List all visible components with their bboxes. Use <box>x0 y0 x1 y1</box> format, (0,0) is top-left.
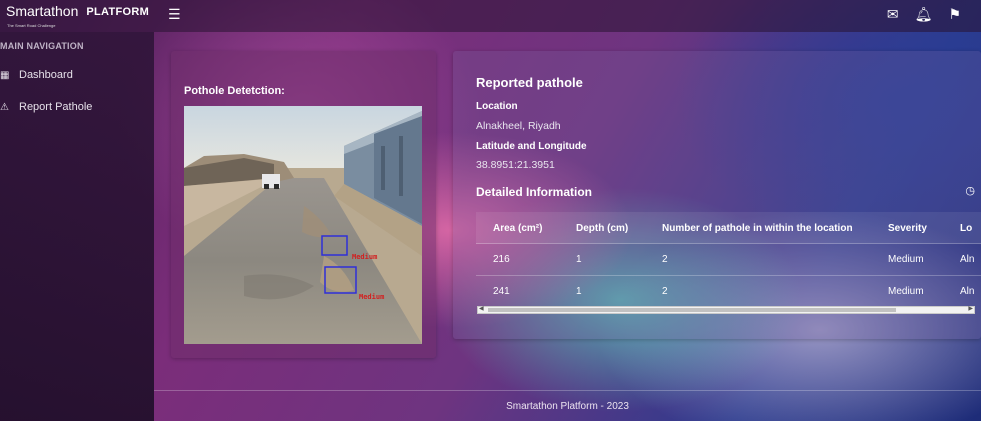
bell-icon[interactable]: 🔔︎ <box>915 6 933 23</box>
table-row[interactable]: 241 1 2 Medium Aln <box>476 275 981 307</box>
nav-title: MAIN NAVIGATION <box>0 41 84 51</box>
grid-icon: ▦ <box>0 69 10 81</box>
table-header: Area (cm²) Depth (cm) Number of pathole … <box>476 212 981 244</box>
mail-icon[interactable]: ✉ <box>887 6 899 23</box>
table-cell: Medium <box>888 286 924 297</box>
table-row[interactable]: 216 1 2 Medium Aln <box>476 243 981 275</box>
sidebar-item-report-pathole[interactable]: ⚠ Report Pathole <box>0 101 92 113</box>
column-header[interactable]: Depth (cm) <box>576 223 628 234</box>
horizontal-scrollbar[interactable]: ◀ ▶ <box>477 306 975 314</box>
sidebar: MAIN NAVIGATION ▦ Dashboard ⚠ Report Pat… <box>0 32 154 421</box>
warning-icon: ⚠ <box>0 101 9 113</box>
table-cell: 1 <box>576 254 582 265</box>
clock-icon[interactable]: ◷ <box>965 184 975 197</box>
table-cell: Medium <box>888 254 924 265</box>
detail-title: Detailed Information <box>476 185 593 199</box>
table-cell: 241 <box>493 286 510 297</box>
column-header[interactable]: Area (cm²) <box>493 223 542 234</box>
scroll-left-icon[interactable]: ◀ <box>479 305 484 312</box>
column-header[interactable]: Number of pathole in within the location <box>662 223 853 234</box>
report-title: Reported pathole <box>476 75 583 90</box>
report-card: Reported pathole Location Alnakheel, Riy… <box>453 51 981 339</box>
road-scene: Medium Medium <box>184 106 422 344</box>
table-cell: 216 <box>493 254 510 265</box>
brand[interactable]: Smartathon The Smart Road Challenge PLAT… <box>6 3 150 28</box>
location-label: Location <box>476 101 518 112</box>
top-icons: ✉ 🔔︎ ⚑ <box>887 6 961 23</box>
footer: Smartathon Platform - 2023 <box>154 390 981 421</box>
detection-box-label: Medium <box>352 253 377 261</box>
table-cell: 2 <box>662 286 668 297</box>
table-cell: Aln <box>960 286 975 297</box>
table-cell: 1 <box>576 286 582 297</box>
brand-platform-label: PLATFORM <box>86 6 150 18</box>
detection-card: Pothole Detetction: Medium Medium <box>171 51 436 358</box>
column-header[interactable]: Severity <box>888 223 927 234</box>
detection-box-label: Medium <box>359 293 384 301</box>
hamburger-icon[interactable]: ☰ <box>168 6 181 23</box>
latlng-value: 38.8951:21.3951 <box>476 159 555 171</box>
latlng-label: Latitude and Longitude <box>476 141 587 152</box>
scroll-thumb[interactable] <box>488 308 896 312</box>
pothole-photo: Medium Medium <box>184 106 422 344</box>
footer-text: Smartathon Platform - 2023 <box>506 401 629 412</box>
table-cell: Aln <box>960 254 975 265</box>
sidebar-item-label: Dashboard <box>19 69 73 81</box>
detection-title: Pothole Detetction: <box>184 85 285 97</box>
brand-tagline: The Smart Road Challenge <box>7 23 56 28</box>
brand-logo: Smartathon The Smart Road Challenge <box>6 3 79 28</box>
location-value: Alnakheel, Riyadh <box>476 120 561 132</box>
top-bar: Smartathon The Smart Road Challenge PLAT… <box>0 0 981 32</box>
sidebar-item-dashboard[interactable]: ▦ Dashboard <box>0 69 73 81</box>
detail-table: Area (cm²) Depth (cm) Number of pathole … <box>476 212 981 316</box>
table-cell: 2 <box>662 254 668 265</box>
column-header[interactable]: Lo <box>960 223 972 234</box>
brand-logo-text: Smartathon <box>6 3 79 19</box>
flag-icon[interactable]: ⚑ <box>948 6 961 23</box>
scroll-right-icon[interactable]: ▶ <box>968 305 973 312</box>
sidebar-item-label: Report Pathole <box>19 101 93 113</box>
